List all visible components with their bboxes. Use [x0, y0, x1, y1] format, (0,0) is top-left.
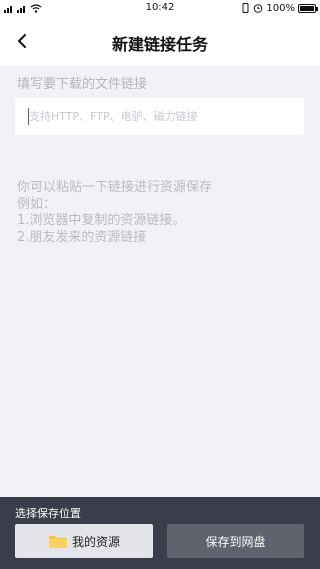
- battery-icon: [298, 3, 318, 13]
- my-resources-label: 我的资源: [71, 534, 120, 549]
- save-to-cloud-label: 保存到网盘: [205, 534, 266, 549]
- hint-line: 你可以粘贴一下链接进行资源保存: [17, 180, 213, 195]
- title-bar: 新建链接任务: [0, 16, 320, 66]
- save-location-label: 选择保存位置: [15, 507, 81, 520]
- battery-percent: 100%: [266, 2, 295, 14]
- hint-text: 你可以粘贴一下链接进行资源保存 例如： 1.浏览器中复制的资源链接。 2.朋友发…: [17, 180, 212, 246]
- link-field-label: 填写要下载的文件链接: [17, 77, 148, 92]
- page-title: 新建链接任务: [111, 35, 208, 54]
- save-location-panel: 选择保存位置 我的资源 保存到网盘: [0, 497, 320, 569]
- hint-line: 2.朋友发来的资源链接: [17, 229, 147, 245]
- status-right: 100%: [241, 2, 318, 14]
- save-to-cloud-button[interactable]: 保存到网盘: [167, 524, 304, 558]
- hint-line: 例如：: [17, 196, 57, 212]
- status-bar: 10:42 100%: [0, 0, 320, 16]
- link-input[interactable]: [15, 98, 304, 135]
- folder-icon: [48, 536, 67, 548]
- my-resources-button[interactable]: 我的资源: [15, 524, 153, 558]
- text-cursor: [28, 108, 29, 125]
- alarm-icon: [254, 4, 263, 13]
- link-input-box[interactable]: [15, 98, 304, 135]
- hint-line: 1.浏览器中复制的资源链接。: [17, 213, 186, 228]
- vibrate-icon: [242, 3, 249, 13]
